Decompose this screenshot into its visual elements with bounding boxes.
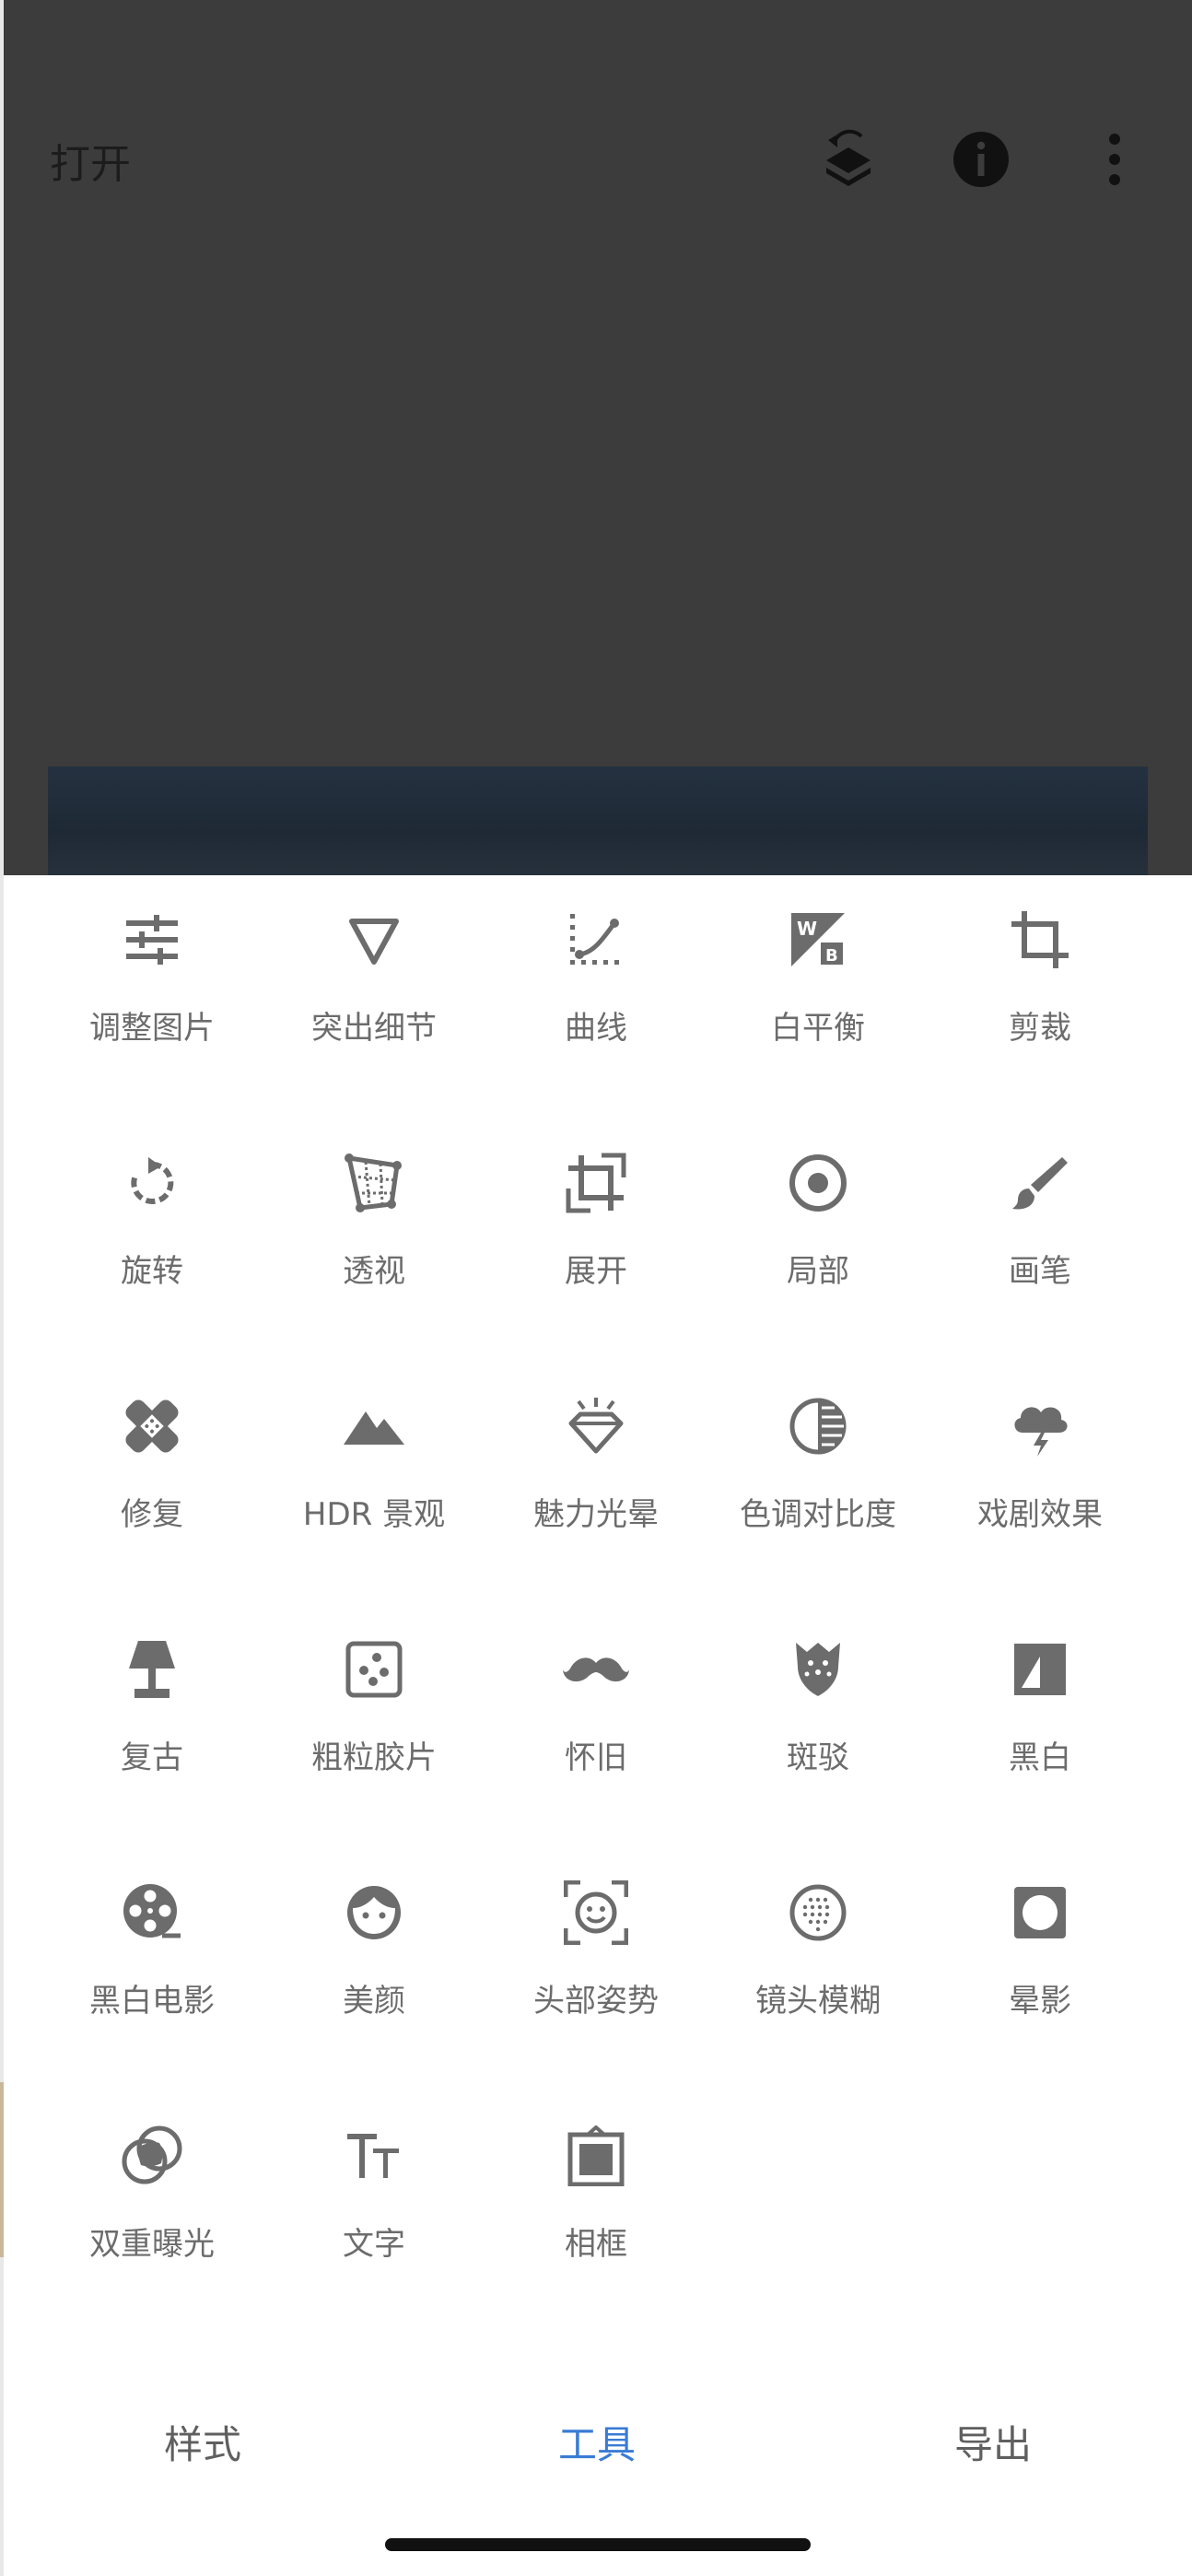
tool-healing[interactable]: 修复 [41,1362,263,1546]
tool-label: 局部 [787,1253,849,1290]
tool-frame[interactable]: 相框 [485,2091,707,2276]
tool-label: 调整图片 [89,1010,215,1047]
tab-styles[interactable]: 样式 [64,2414,341,2470]
tool-label: 修复 [121,1496,183,1533]
tool-label: 镜头模糊 [755,1983,881,2020]
tool-label: 画笔 [1009,1253,1071,1290]
text-icon [337,2119,411,2193]
tool-noir[interactable]: 黑白电影 [41,1848,263,2032]
black-white-icon [1003,1633,1077,1706]
tool-label: 戏剧效果 [977,1496,1103,1533]
tool-label: 展开 [565,1253,627,1290]
svg-text:B: B [825,946,838,966]
tool-drama[interactable]: 戏剧效果 [929,1362,1151,1546]
tool-label: 曲线 [565,1010,627,1047]
tool-perspective[interactable]: 透视 [263,1118,485,1303]
vintage-lamp-icon [115,1633,189,1706]
tool-retrolux[interactable]: 怀旧 [485,1605,707,1789]
tool-label: 斑驳 [787,1739,849,1776]
tool-label: 色调对比度 [740,1496,896,1533]
rotate-icon [115,1146,189,1220]
noir-film-reel-icon [115,1876,189,1950]
tool-label: 美颜 [343,1983,405,2020]
tool-label: HDR 景观 [302,1496,446,1533]
glamour-glow-icon [559,1389,633,1463]
tool-head-pose[interactable]: 头部姿势 [485,1848,707,2032]
tonal-contrast-icon [781,1389,855,1463]
tool-label: 魅力光晕 [533,1496,659,1533]
layers-undo-icon[interactable] [816,127,881,192]
expand-icon [559,1146,633,1220]
tune-sliders-icon [115,903,189,977]
tool-vignette[interactable]: 晕影 [929,1848,1151,2032]
tool-label: 头部姿势 [533,1983,659,2020]
lens-blur-icon [781,1876,855,1950]
frame-icon [559,2119,633,2193]
photo-preview [48,767,1148,875]
tool-label: 双重曝光 [89,2226,215,2263]
tool-face-glamour[interactable]: 美颜 [263,1848,485,2032]
hdr-mountain-icon [337,1389,411,1463]
tool-brush[interactable]: 画笔 [929,1118,1151,1303]
brush-icon [1003,1146,1077,1220]
tool-label: 透视 [343,1253,405,1290]
tool-grunge[interactable]: 斑驳 [707,1605,929,1789]
tab-export[interactable]: 导出 [855,2414,1131,2470]
healing-bandage-icon [115,1389,189,1463]
head-pose-icon [559,1876,633,1950]
tool-label: 复古 [121,1739,183,1776]
double-exposure-icon [115,2119,189,2193]
tool-selective[interactable]: 局部 [707,1118,929,1303]
selective-icon [781,1146,855,1220]
tool-expand[interactable]: 展开 [485,1118,707,1303]
vignette-icon [1003,1876,1077,1950]
drama-cloud-icon [1003,1389,1077,1463]
tool-lens-blur[interactable]: 镜头模糊 [707,1848,929,2032]
tool-crop[interactable]: 剪裁 [929,875,1151,1060]
tool-label: 怀旧 [565,1739,627,1776]
tool-label: 黑白电影 [89,1983,215,2020]
tab-tools[interactable]: 工具 [459,2414,735,2470]
bottom-tab-bar: 样式 工具 导出 [0,2395,1192,2488]
tool-label: 突出细节 [311,1010,437,1047]
tool-hdr-scape[interactable]: HDR 景观 [263,1362,485,1546]
white-balance-icon: W B [781,903,855,977]
details-triangle-icon [337,903,411,977]
crop-icon [1003,903,1077,977]
tool-label: 白平衡 [771,1010,865,1047]
tool-label: 相框 [565,2226,627,2263]
perspective-icon [337,1146,411,1220]
tool-curves[interactable]: 曲线 [485,875,707,1060]
tool-vintage[interactable]: 复古 [41,1605,263,1789]
tool-rotate[interactable]: 旋转 [41,1118,263,1303]
tool-text[interactable]: 文字 [263,2091,485,2276]
tool-white-balance[interactable]: W B 白平衡 [707,875,929,1060]
curves-icon [559,903,633,977]
tool-glamour-glow[interactable]: 魅力光晕 [485,1362,707,1546]
tool-label: 文字 [343,2226,405,2263]
grunge-icon [781,1633,855,1706]
more-vertical-icon[interactable] [1082,127,1147,192]
tool-double-exposure[interactable]: 双重曝光 [41,2091,263,2276]
home-indicator[interactable] [385,2538,811,2551]
tool-tonal-contrast[interactable]: 色调对比度 [707,1362,929,1546]
tool-tune-image[interactable]: 调整图片 [41,875,263,1060]
svg-text:W: W [797,918,817,940]
tool-label: 黑白 [1009,1739,1071,1776]
tool-details[interactable]: 突出细节 [263,875,485,1060]
tools-sheet: 调整图片 突出细节 曲线 W B 白平衡 剪裁 旋转 透视 展开 局部 画笔 修… [4,875,1192,2576]
tool-label: 晕影 [1009,1983,1071,2020]
tool-label: 粗粒胶片 [311,1739,437,1776]
open-button[interactable]: 打开 [50,131,131,190]
info-icon[interactable] [949,127,1013,192]
tool-grainy-film[interactable]: 粗粒胶片 [263,1605,485,1789]
tool-black-white[interactable]: 黑白 [929,1605,1151,1789]
face-glamour-icon [337,1876,411,1950]
grainy-film-icon [337,1633,411,1706]
retrolux-mustache-icon [559,1633,633,1706]
tool-label: 剪裁 [1009,1010,1071,1047]
tool-label: 旋转 [121,1253,183,1290]
